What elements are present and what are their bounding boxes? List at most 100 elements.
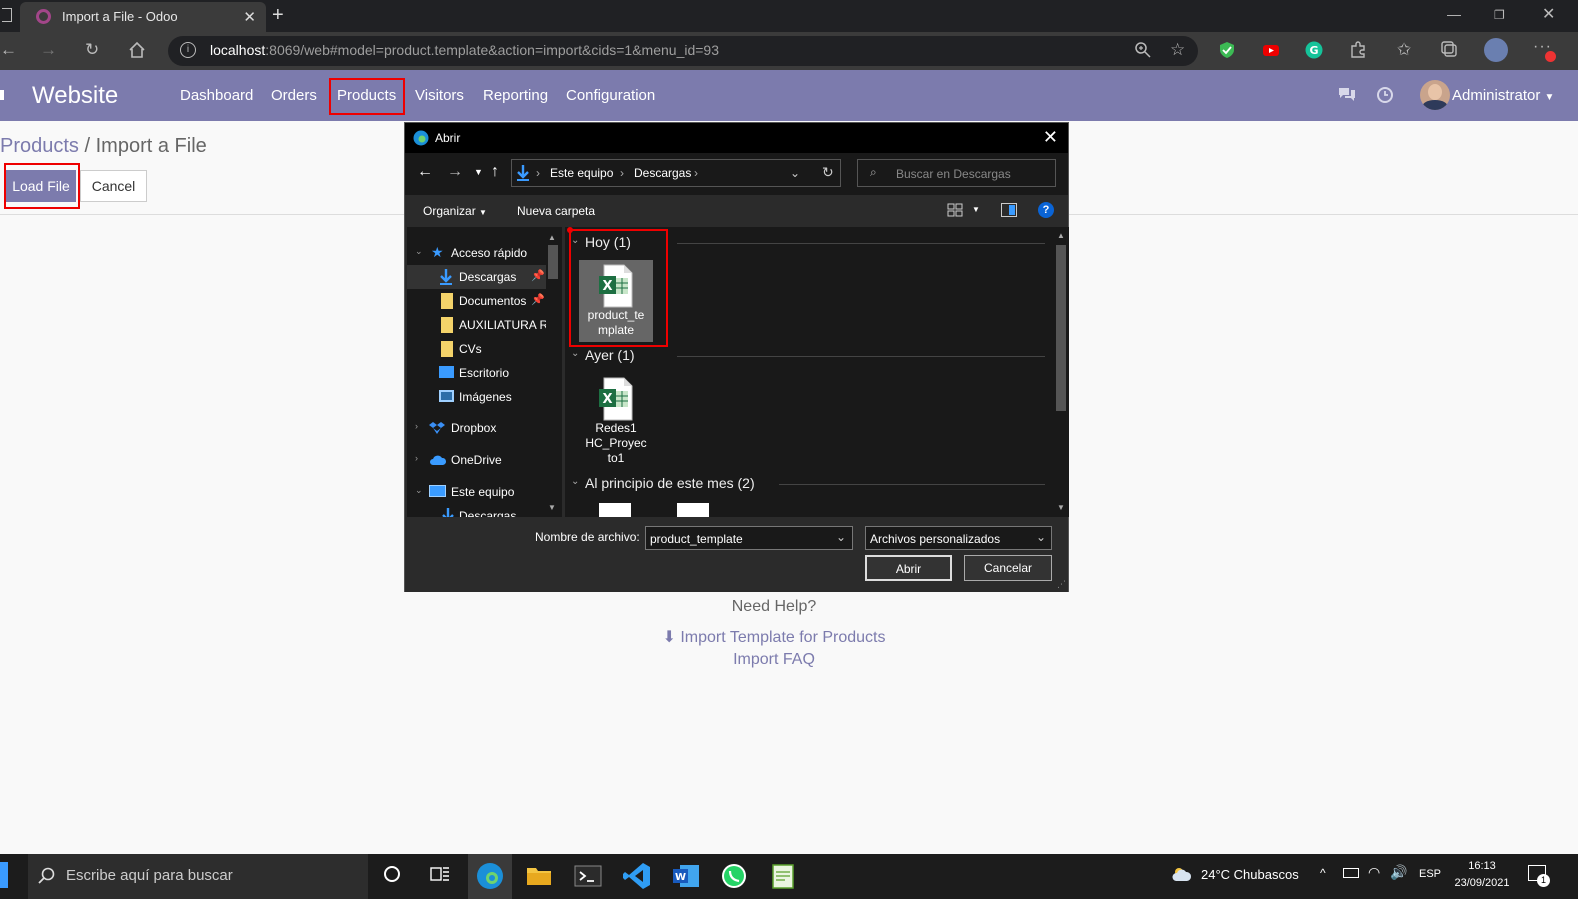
- weather-text[interactable]: 24°C Chubascos: [1201, 867, 1299, 882]
- site-info-icon[interactable]: i: [180, 42, 196, 58]
- menu-reporting[interactable]: Reporting: [483, 87, 548, 104]
- chat-icon[interactable]: [1337, 86, 1357, 104]
- wifi-icon[interactable]: ◠: [1368, 864, 1380, 881]
- home-icon[interactable]: [128, 41, 146, 59]
- recent-locations-icon[interactable]: ▼: [474, 167, 483, 177]
- address-bar[interactable]: i localhost:8069/web#model=product.templ…: [168, 36, 1198, 66]
- user-avatar[interactable]: [1420, 80, 1450, 110]
- path-dropdown-icon[interactable]: ⌄: [790, 166, 800, 180]
- vscode-icon[interactable]: [621, 860, 653, 892]
- sidebar-item-quick-access[interactable]: ⌄ ★ Acceso rápido: [407, 241, 547, 265]
- sidebar-item-documents[interactable]: Documentos 📌: [407, 289, 547, 313]
- start-button[interactable]: [0, 862, 8, 888]
- sidebar-item-cvs[interactable]: CVs: [407, 337, 547, 361]
- back-icon[interactable]: ←: [0, 40, 17, 60]
- resize-grip-icon[interactable]: ⋰: [1057, 579, 1066, 590]
- sidebar-item-onedrive[interactable]: › OneDrive: [407, 448, 547, 472]
- refresh-icon[interactable]: ↻: [822, 164, 834, 181]
- up-folder-icon[interactable]: ↑: [491, 163, 499, 181]
- volume-icon[interactable]: 🔊: [1390, 864, 1407, 881]
- file-partial-2[interactable]: [677, 503, 709, 517]
- collections-icon[interactable]: [1441, 41, 1459, 59]
- whatsapp-icon[interactable]: [718, 860, 750, 892]
- path-segment-pc[interactable]: Este equipo: [550, 166, 613, 180]
- group-collapse-icon[interactable]: ⌄: [571, 348, 579, 359]
- reload-icon[interactable]: ↻: [85, 40, 99, 60]
- view-options-icon[interactable]: [947, 203, 963, 217]
- file-partial-1[interactable]: [599, 503, 631, 517]
- profile-avatar-icon[interactable]: [1484, 38, 1508, 62]
- battery-icon[interactable]: [1343, 868, 1359, 878]
- group-collapse-icon[interactable]: ⌄: [571, 476, 579, 487]
- scroll-down-icon[interactable]: ▼: [1057, 503, 1065, 512]
- group-this-month[interactable]: Al principio de este mes (2): [585, 475, 755, 491]
- scroll-down-icon[interactable]: ▼: [548, 503, 556, 512]
- view-dropdown-icon[interactable]: ▼: [972, 205, 980, 214]
- add-favorite-icon[interactable]: ☆: [1170, 40, 1185, 60]
- browser-tab[interactable]: Import a File - Odoo ✕: [20, 2, 266, 32]
- filename-input[interactable]: product_template ⌄: [645, 526, 853, 550]
- menu-orders[interactable]: Orders: [271, 87, 317, 104]
- tab-actions-icon[interactable]: [2, 8, 12, 22]
- minimize-icon[interactable]: —: [1447, 6, 1461, 22]
- file-scroll-thumb[interactable]: [1056, 245, 1066, 411]
- file-list-scrollbar[interactable]: ▲ ▼: [1053, 227, 1069, 517]
- notepad-icon[interactable]: [767, 860, 799, 892]
- terminal-icon[interactable]: [572, 860, 604, 892]
- restore-icon[interactable]: ❐: [1494, 8, 1505, 22]
- open-button[interactable]: Abrir: [865, 555, 952, 581]
- sidebar-item-downloads-pc[interactable]: Descargas: [407, 504, 547, 517]
- sidebar-item-auxiliatura[interactable]: AUXILIATURA RE: [407, 313, 547, 337]
- filetype-select[interactable]: Archivos personalizados ⌄: [865, 526, 1052, 550]
- dialog-close-icon[interactable]: ✕: [1043, 127, 1058, 148]
- new-tab-icon[interactable]: +: [272, 4, 284, 27]
- breadcrumb-products[interactable]: Products: [0, 135, 79, 157]
- import-faq-link[interactable]: Import FAQ: [0, 651, 1548, 669]
- sidebar-scroll-thumb[interactable]: [548, 245, 558, 279]
- weather-icon[interactable]: [1171, 865, 1193, 885]
- taskbar-search[interactable]: Escribe aquí para buscar: [28, 854, 368, 899]
- help-icon[interactable]: ?: [1038, 202, 1054, 218]
- group-yesterday[interactable]: Ayer (1): [585, 347, 635, 363]
- new-folder-button[interactable]: Nueva carpeta: [517, 204, 595, 218]
- sidebar-item-dropbox[interactable]: › Dropbox: [407, 416, 547, 440]
- youtube-extension-icon[interactable]: [1262, 41, 1280, 59]
- scroll-up-icon[interactable]: ▲: [1057, 231, 1065, 240]
- language-indicator[interactable]: ESP: [1419, 868, 1441, 880]
- apps-menu-icon[interactable]: [0, 90, 4, 100]
- preview-pane-icon[interactable]: [1001, 203, 1017, 217]
- import-template-link[interactable]: ⬇ Import Template for Products: [0, 627, 1548, 647]
- extensions-puzzle-icon[interactable]: [1349, 41, 1367, 59]
- dialog-back-icon[interactable]: ←: [417, 163, 433, 181]
- menu-dashboard[interactable]: Dashboard: [180, 87, 253, 104]
- organize-button[interactable]: Organizar ▼: [423, 204, 487, 218]
- taskbar-clock[interactable]: 16:13 23/09/2021: [1452, 858, 1512, 892]
- edge-taskbar-icon[interactable]: [474, 860, 506, 892]
- path-bar[interactable]: › Este equipo › Descargas › ⌄ ↻: [511, 159, 841, 187]
- activity-clock-icon[interactable]: [1376, 86, 1394, 104]
- dialog-search-input[interactable]: ⌕ Buscar en Descargas: [857, 159, 1056, 187]
- sidebar-scrollbar[interactable]: ▲ ▼: [546, 227, 560, 517]
- app-name[interactable]: Website: [32, 82, 118, 110]
- window-close-icon[interactable]: ✕: [1542, 4, 1555, 24]
- show-hidden-icons-icon[interactable]: ^: [1320, 866, 1326, 880]
- sidebar-item-downloads[interactable]: Descargas 📌: [407, 265, 547, 289]
- file-redes1[interactable]: X Redes1 HC_Proyec to1: [579, 373, 653, 467]
- tab-close-icon[interactable]: ✕: [243, 8, 256, 26]
- grammarly-icon[interactable]: G: [1305, 41, 1323, 59]
- sidebar-item-this-pc[interactable]: ⌄ Este equipo: [407, 480, 547, 504]
- cortana-icon[interactable]: [384, 866, 400, 882]
- sidebar-item-pictures[interactable]: Imágenes: [407, 385, 547, 409]
- cancel-button[interactable]: Cancel: [80, 170, 147, 202]
- menu-configuration[interactable]: Configuration: [566, 87, 655, 104]
- menu-visitors[interactable]: Visitors: [415, 87, 464, 104]
- task-view-icon[interactable]: [430, 864, 450, 884]
- zoom-icon[interactable]: [1134, 41, 1152, 59]
- forward-icon[interactable]: →: [40, 40, 57, 60]
- dialog-forward-icon[interactable]: →: [447, 163, 463, 181]
- path-segment-downloads[interactable]: Descargas: [634, 166, 691, 180]
- sidebar-item-desktop[interactable]: Escritorio: [407, 361, 547, 385]
- user-menu[interactable]: Administrator ▼: [1452, 87, 1554, 104]
- scroll-up-icon[interactable]: ▲: [548, 233, 556, 242]
- file-explorer-icon[interactable]: [523, 860, 555, 892]
